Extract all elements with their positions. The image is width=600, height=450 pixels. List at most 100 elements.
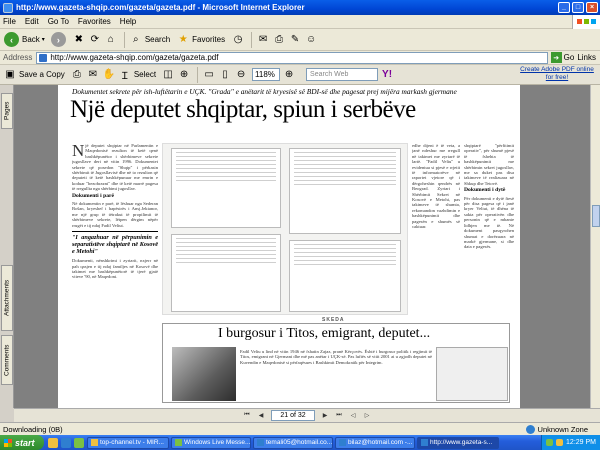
window-icon [91,439,98,446]
edit-icon[interactable]: ✎ [288,33,302,47]
star-icon: ★ [178,34,188,45]
refresh-icon[interactable]: ⟳ [88,33,102,47]
column-1-text: jë deputet shqiptar në Parlamentin e Maq… [72,143,158,192]
address-label: Address [3,53,33,62]
history-icon[interactable]: ◷ [231,33,245,47]
links-button[interactable]: Links [577,53,596,62]
first-page-icon[interactable]: ⏮ [242,411,252,421]
column-1-text-2: Në dokumentin e parë, të lëshuar nga Sed… [72,201,158,228]
title-bar: http://www.gazeta-shqip.com/gazeta/gazet… [0,0,600,15]
home-icon[interactable]: ⌂ [104,33,118,47]
adobe-pdf-link[interactable]: Create Adobe PDF online for free! [516,66,598,82]
ie-icon [421,439,428,446]
security-zone: Unknown Zone [525,424,588,434]
favorites-button[interactable]: ★ Favorites [176,33,225,47]
pull-quote: "I angazhuar në përpunimin e separatistë… [72,231,158,255]
menu-help[interactable]: Help [120,17,136,26]
drop-cap: N [72,143,85,160]
zone-label: Unknown Zone [537,424,588,434]
save-icon: ▣ [5,69,15,80]
taskbar: start top-channel.tv - MIR... Windows Li… [0,435,600,450]
messenger-icon [175,439,182,446]
select-button[interactable]: Ɪ Select [118,68,156,82]
pdf-page-navigation: ⏮ ◀ 21 of 32 ▶ ⏭ ◁ ▷ [14,408,600,422]
taskbar-item-gazeta[interactable]: http://www.gazeta-s... [417,436,499,449]
column-1-text-3: Dokumenti, nënshkrimi i zyrtarit, nxjerr… [72,258,158,280]
maximize-button[interactable]: □ [572,2,584,13]
stop-icon[interactable]: ✖ [72,33,86,47]
menu-bar: File Edit Go To Favorites Help [0,14,600,29]
minimize-button[interactable]: _ [558,2,570,13]
save-copy-button[interactable]: ▣ Save a Copy [3,68,65,82]
pdf-page: Dokumentet sekrete për ish-luftëtarin e … [58,85,520,408]
tray-messenger-icon[interactable] [546,439,554,446]
taskbar-item-top-channel[interactable]: top-channel.tv - MIR... [87,436,169,449]
forward-button[interactable]: › [50,32,66,47]
last-page-icon[interactable]: ⏭ [334,411,344,421]
page-indicator[interactable]: 21 of 32 [271,410,315,421]
start-label: start [15,437,35,448]
zoom-field[interactable]: 118% [252,68,281,81]
deputy-photo [172,347,236,401]
pdf-toolbar: ▣ Save a Copy ⎙ ✉ ✋ Ɪ Select ◫ ⊕ ▭ ▯ ⊖ 1… [0,65,600,85]
email-pdf-icon[interactable]: ✉ [86,68,100,82]
mail-icon[interactable]: ✉ [256,33,270,47]
vertical-scrollbar[interactable] [590,85,600,408]
document-sheet [289,240,401,312]
messenger-icon[interactable]: ☺ [304,33,318,47]
scrollbar-thumb[interactable] [592,205,600,227]
previous-view-icon[interactable]: ◁ [348,411,358,421]
menu-go-to[interactable]: Go To [48,17,69,26]
globe-icon [525,424,535,434]
go-button[interactable]: ➜ Go [550,52,575,63]
quicklaunch-ie-icon[interactable] [61,437,71,448]
go-label: Go [563,53,575,62]
window-title: http://www.gazeta-shqip.com/gazeta/gazet… [16,3,305,12]
start-button[interactable]: start [0,435,44,450]
menu-file[interactable]: File [3,17,16,26]
quicklaunch-messenger-icon[interactable] [74,437,84,448]
fit-page-icon[interactable]: ▭ [202,68,216,82]
menu-favorites[interactable]: Favorites [78,17,111,26]
next-view-icon[interactable]: ▷ [362,411,372,421]
address-bar: Address http://www.gazeta-shqip.com/gaze… [0,51,600,65]
taskbar-item-messenger[interactable]: Windows Live Messe... [171,436,251,449]
document-sheet [171,234,281,312]
next-page-icon[interactable]: ▶ [320,411,330,421]
pages-tab[interactable]: Pages [1,93,13,129]
side-panel: Pages Attachments Comments [0,85,14,408]
zoom-in-icon[interactable]: ⊕ [282,68,296,82]
document-sheet [289,148,401,234]
attachments-tab[interactable]: Attachments [1,265,13,331]
search-icon: ⌕ [133,34,139,45]
hand-tool-icon[interactable]: ✋ [102,68,116,82]
back-button[interactable]: ‹ Back ▾ [4,32,45,47]
tray-volume-icon[interactable] [556,439,564,446]
document-viewer[interactable]: Dokumentet sekrete për ish-luftëtarin e … [14,85,590,408]
quicklaunch-folder-icon[interactable] [48,437,58,448]
search-button[interactable]: ⌕ Search [129,33,170,47]
select-label: Select [133,70,157,79]
comments-tab[interactable]: Comments [1,335,13,385]
zoom-out-icon[interactable]: ⊖ [234,68,248,82]
go-arrow-icon: ➜ [550,52,562,63]
windows-logo-icon [572,14,600,29]
previous-page-icon[interactable]: ◀ [256,411,266,421]
document-sheet [171,148,281,228]
print-icon[interactable]: ⎙ [272,33,286,47]
status-bar: Downloading (0B) Unknown Zone [0,422,600,435]
print-pdf-icon[interactable]: ⎙ [70,68,84,82]
taskbar-item-hotmail-1[interactable]: temali05@hotmail.co... [253,436,333,449]
menu-edit[interactable]: Edit [25,17,39,26]
taskbar-item-hotmail-2[interactable]: bilaz@hotmail.com -... [335,436,415,449]
close-button[interactable]: × [586,2,598,13]
snapshot-icon[interactable]: ◫ [161,68,175,82]
search-web-input[interactable]: Search Web [306,68,379,81]
save-copy-label: Save a Copy [19,70,65,79]
address-input[interactable]: http://www.gazeta-shqip.com/gazeta/gazet… [36,51,548,64]
article-column-3: edhe dijeni ë të veta, a janë ndeshur me… [412,143,460,230]
zoom-icon[interactable]: ⊕ [177,68,191,82]
yahoo-icon[interactable]: Y! [380,68,394,82]
status-text: Downloading (0B) [3,424,63,434]
fit-width-icon[interactable]: ▯ [218,68,232,82]
